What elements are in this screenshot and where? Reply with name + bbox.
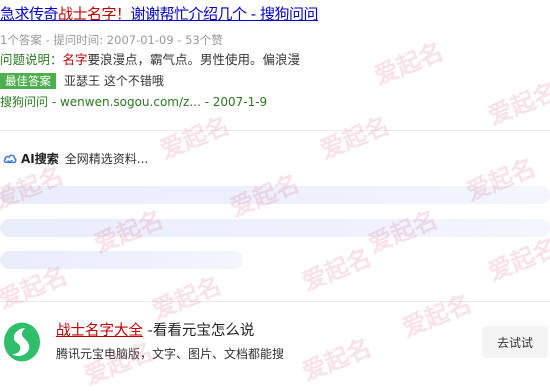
best-answer: 最佳答案 亚瑟王 这个不错哦 bbox=[0, 73, 164, 90]
result-title-link[interactable]: 急求传奇战士名字！谢谢帮忙介绍几个 - 搜狗问问 bbox=[0, 4, 318, 24]
loading-skeleton-line bbox=[0, 186, 550, 204]
watermark: 爱起名 bbox=[148, 271, 226, 325]
loading-skeleton-line bbox=[0, 219, 550, 237]
best-answer-badge: 最佳答案 bbox=[0, 73, 56, 89]
loading-skeleton-line bbox=[0, 251, 243, 269]
best-answer-text: 亚瑟王 这个不错哦 bbox=[64, 74, 164, 88]
app-description: 腾讯元宝电脑版，文字、图片、文档都能搜 bbox=[56, 347, 285, 361]
result-meta: 1个答案 - 提问时间: 2007-01-09 - 53个赞 bbox=[0, 33, 223, 47]
question-label: 问题说明： bbox=[0, 52, 63, 67]
watermark: 爱起名 bbox=[298, 243, 376, 297]
ai-search-status: 全网精选资料... bbox=[64, 152, 149, 166]
app-title-link[interactable]: 战士名字大全 bbox=[56, 323, 143, 339]
question-text: 要浪漫点，霸气点。男性使用。偏浪漫 bbox=[87, 52, 301, 67]
yuanbao-logo-icon[interactable] bbox=[2, 321, 42, 363]
ai-search-row[interactable]: AI搜索 全网精选资料... bbox=[3, 151, 148, 167]
cloud-icon bbox=[3, 154, 17, 164]
watermark: 爱起名 bbox=[370, 37, 448, 91]
title-highlight: 战士名字！ bbox=[58, 5, 131, 23]
question-description: 问题说明：名字要浪漫点，霸气点。男性使用。偏浪漫 bbox=[0, 52, 300, 68]
divider bbox=[0, 301, 550, 302]
result-source-link[interactable]: 搜狗问问 - wenwen.sogou.com/z... - 2007-1-9 bbox=[0, 94, 267, 110]
ai-search-name: AI搜索 bbox=[21, 152, 59, 166]
app-title-rest: -看看元宝怎么说 bbox=[143, 323, 255, 339]
question-highlight: 名字 bbox=[62, 52, 88, 67]
watermark: 爱起名 bbox=[398, 289, 476, 343]
divider bbox=[0, 130, 550, 131]
try-button[interactable]: 去试试 bbox=[482, 326, 548, 358]
app-title: 战士名字大全 -看看元宝怎么说 bbox=[56, 322, 254, 340]
title-prefix: 急求传奇 bbox=[0, 5, 59, 23]
watermark: 爱起名 bbox=[316, 111, 394, 165]
watermark: 爱起名 bbox=[298, 333, 376, 387]
title-suffix: 谢谢帮忙介绍几个 - 搜狗问问 bbox=[130, 5, 319, 23]
watermark: 爱起名 bbox=[484, 77, 550, 131]
watermark: 爱起名 bbox=[156, 111, 234, 165]
